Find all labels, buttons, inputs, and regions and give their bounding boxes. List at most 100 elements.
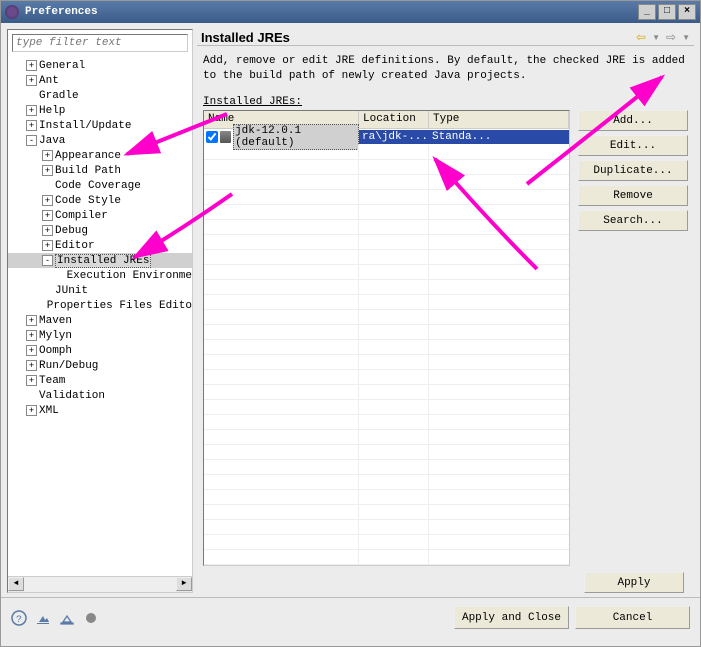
tree-item-oomph[interactable]: +Oomph [8, 343, 192, 358]
expand-icon[interactable]: + [26, 120, 37, 131]
jre-table[interactable]: Name Location Type jdk-12.0.1 (default)r… [203, 110, 570, 566]
tree-item-debug[interactable]: +Debug [8, 223, 192, 238]
jre-location: ra\jdk-... [359, 130, 429, 144]
scroll-right-icon[interactable]: ► [176, 577, 192, 591]
tree-item-label: Installed JREs [55, 254, 151, 268]
add-button[interactable]: Add... [578, 110, 688, 131]
tree-item-run-debug[interactable]: +Run/Debug [8, 358, 192, 373]
tree-item-general[interactable]: +General [8, 58, 192, 73]
edit-button[interactable]: Edit... [578, 135, 688, 156]
tree-item-properties-files-edito[interactable]: Properties Files Edito [8, 298, 192, 313]
page-title: Installed JREs [201, 30, 636, 45]
tree-item-label: Team [39, 375, 65, 387]
expand-icon[interactable]: + [42, 210, 53, 221]
remove-button[interactable]: Remove [578, 185, 688, 206]
tree-item-label: Editor [55, 240, 95, 252]
expand-icon[interactable]: + [26, 405, 37, 416]
tree-item-label: Debug [55, 225, 88, 237]
tree-item-help[interactable]: +Help [8, 103, 192, 118]
jre-icon [220, 131, 231, 143]
expand-icon[interactable]: + [26, 330, 37, 341]
tree-item-maven[interactable]: +Maven [8, 313, 192, 328]
tree-item-label: Install/Update [39, 120, 131, 132]
tree-item-label: Run/Debug [39, 360, 98, 372]
tree-item-label: Properties Files Edito [47, 300, 192, 312]
tree-item-label: Build Path [55, 165, 121, 177]
scroll-left-icon[interactable]: ◄ [8, 577, 24, 591]
preferences-tree[interactable]: +General+AntGradle+Help+Install/Update-J… [8, 56, 192, 576]
column-location[interactable]: Location [359, 111, 429, 128]
tree-item-ant[interactable]: +Ant [8, 73, 192, 88]
tree-item-editor[interactable]: +Editor [8, 238, 192, 253]
expand-icon[interactable]: + [42, 165, 53, 176]
tree-item-code-coverage[interactable]: Code Coverage [8, 178, 192, 193]
tree-item-code-style[interactable]: +Code Style [8, 193, 192, 208]
tree-item-install-update[interactable]: +Install/Update [8, 118, 192, 133]
jre-checkbox[interactable] [206, 131, 218, 143]
tree-item-label: XML [39, 405, 59, 417]
dropdown-icon[interactable]: ▼ [682, 33, 690, 42]
apply-and-close-button[interactable]: Apply and Close [454, 606, 569, 629]
column-type[interactable]: Type [429, 111, 569, 128]
tree-item-label: Mylyn [39, 330, 72, 342]
tree-item-java[interactable]: -Java [8, 133, 192, 148]
tree-item-gradle[interactable]: Gradle [8, 88, 192, 103]
maximize-button[interactable]: □ [658, 4, 676, 20]
import-icon[interactable] [35, 610, 51, 626]
preferences-tree-panel: +General+AntGradle+Help+Install/Update-J… [7, 29, 193, 593]
horizontal-scrollbar[interactable]: ◄ ► [8, 576, 192, 592]
tree-item-label: Gradle [39, 90, 79, 102]
dropdown-icon[interactable]: ▼ [652, 33, 660, 42]
search-button[interactable]: Search... [578, 210, 688, 231]
tree-item-label: Compiler [55, 210, 108, 222]
expand-icon[interactable]: + [42, 240, 53, 251]
export-icon[interactable] [59, 610, 75, 626]
svg-text:?: ? [16, 615, 22, 626]
collapse-icon[interactable]: - [42, 255, 53, 266]
expand-icon[interactable]: + [26, 360, 37, 371]
nav-back-icon[interactable]: ⇦ [636, 30, 646, 44]
apply-button[interactable]: Apply [584, 572, 684, 593]
tree-item-appearance[interactable]: +Appearance [8, 148, 192, 163]
jre-type: Standa... [429, 130, 569, 144]
expand-icon[interactable]: + [26, 315, 37, 326]
tree-item-label: Execution Environme [67, 270, 192, 282]
tree-item-installed-jres[interactable]: -Installed JREs [8, 253, 192, 268]
tree-item-execution-environme[interactable]: Execution Environme [8, 268, 192, 283]
minimize-button[interactable]: _ [638, 4, 656, 20]
expand-icon[interactable]: + [26, 60, 37, 71]
dialog-footer: ? Apply and Close Cancel [1, 597, 700, 637]
tree-item-label: General [39, 60, 85, 72]
tree-item-junit[interactable]: JUnit [8, 283, 192, 298]
tree-item-mylyn[interactable]: +Mylyn [8, 328, 192, 343]
expand-icon[interactable]: + [42, 195, 53, 206]
expand-icon[interactable]: + [26, 375, 37, 386]
help-icon[interactable]: ? [11, 610, 27, 626]
tree-item-label: Code Coverage [55, 180, 141, 192]
expand-icon[interactable]: + [42, 225, 53, 236]
expand-icon[interactable]: + [26, 105, 37, 116]
tree-item-label: Validation [39, 390, 105, 402]
page-description: Add, remove or edit JRE definitions. By … [197, 46, 694, 92]
cancel-button[interactable]: Cancel [575, 606, 690, 629]
tree-item-build-path[interactable]: +Build Path [8, 163, 192, 178]
close-button[interactable]: × [678, 4, 696, 20]
window-title: Preferences [25, 6, 638, 18]
nav-forward-icon[interactable]: ⇨ [666, 30, 676, 44]
expand-icon[interactable]: + [26, 345, 37, 356]
tree-item-team[interactable]: +Team [8, 373, 192, 388]
record-icon[interactable] [83, 610, 99, 626]
tree-item-validation[interactable]: Validation [8, 388, 192, 403]
tree-item-label: Java [39, 135, 65, 147]
expand-icon[interactable]: + [42, 150, 53, 161]
tree-item-compiler[interactable]: +Compiler [8, 208, 192, 223]
collapse-icon[interactable]: - [26, 135, 37, 146]
tree-item-label: Oomph [39, 345, 72, 357]
expand-icon[interactable]: + [26, 75, 37, 86]
tree-item-label: Maven [39, 315, 72, 327]
filter-input[interactable] [12, 34, 188, 52]
table-row[interactable]: jdk-12.0.1 (default)ra\jdk-...Standa... [204, 129, 569, 145]
tree-item-xml[interactable]: +XML [8, 403, 192, 418]
duplicate-button[interactable]: Duplicate... [578, 160, 688, 181]
table-label: Installed JREs: [197, 92, 694, 110]
